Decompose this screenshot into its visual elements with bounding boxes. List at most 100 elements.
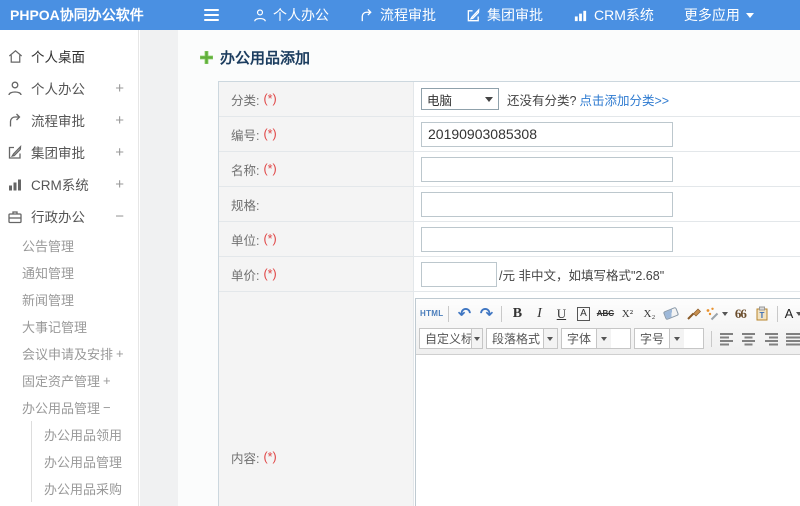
- sidebar-item-label: 个人办公: [31, 82, 85, 97]
- sidebar-item-announcement-mgmt[interactable]: 公告管理: [0, 232, 138, 259]
- sidebar-item-news-mgmt[interactable]: 新闻管理: [0, 286, 138, 313]
- sidebar-subitem-label: 办公用品管理: [22, 401, 101, 416]
- caret-down-icon: [471, 329, 482, 348]
- blockquote-button[interactable]: 66: [730, 304, 750, 324]
- sidebar-item-crm-system[interactable]: CRM系统 +: [0, 168, 138, 200]
- font-color-button[interactable]: A: [783, 304, 800, 324]
- undo-icon[interactable]: ↶: [454, 304, 474, 324]
- hamburger-menu-icon[interactable]: [200, 5, 223, 25]
- required-mark: (*): [263, 127, 277, 141]
- edit-square-icon: [7, 144, 24, 161]
- sidebar-item-personal-desktop[interactable]: 个人桌面: [0, 40, 138, 72]
- align-right-icon[interactable]: [761, 329, 781, 349]
- sidebar-subitem-label: 办公用品采购: [44, 482, 123, 497]
- sidebar-item-events-mgmt[interactable]: 大事记管理: [0, 313, 138, 340]
- rich-text-editor: HTML ↶ ↷ B I U A ABC X² X₂ 66 T A 自定义标 段…: [415, 298, 800, 506]
- price-input[interactable]: [421, 261, 497, 287]
- bold-button[interactable]: B: [507, 304, 527, 324]
- sidebar-item-asset-mgmt[interactable]: 固定资产管理 +: [0, 367, 138, 394]
- sidebar: 个人桌面 个人办公 + 流程审批 + 集团审批 + CRM系统 + 行政办公 −: [0, 30, 139, 506]
- subscript-button[interactable]: X₂: [639, 304, 659, 324]
- collapse-minus-icon[interactable]: −: [103, 400, 111, 415]
- redo-icon[interactable]: ↷: [476, 304, 496, 324]
- sidebar-item-notice-mgmt[interactable]: 通知管理: [0, 259, 138, 286]
- required-mark: (*): [263, 267, 277, 281]
- nav-process-approval[interactable]: 流程审批: [359, 5, 436, 25]
- unit-input[interactable]: [421, 226, 673, 252]
- field-label: 内容: (*): [219, 292, 414, 506]
- form-row-category: 分类: (*) 电脑 还没有分类? 点击添加分类>>: [219, 82, 800, 117]
- font-family-dropdown[interactable]: 字体: [561, 328, 631, 349]
- editor-content-area[interactable]: [416, 355, 800, 506]
- nav-personal-office[interactable]: 个人办公: [253, 5, 329, 25]
- expand-plus-icon[interactable]: +: [115, 112, 124, 129]
- sidebar-item-group-approval[interactable]: 集团审批 +: [0, 136, 138, 168]
- main-content: 办公用品添加 分类: (*) 电脑 还没有分类? 点击添加分类>> 编号: (*): [178, 30, 800, 506]
- auto-typeset-icon[interactable]: [705, 304, 729, 324]
- paste-text-icon[interactable]: T: [752, 304, 772, 324]
- superscript-button[interactable]: X²: [617, 304, 637, 324]
- caret-down-icon: [796, 312, 800, 319]
- field-label: 名称: (*): [219, 152, 414, 186]
- sidebar-subitem-label: 新闻管理: [22, 293, 75, 308]
- code-input[interactable]: [421, 121, 673, 147]
- font-size-dropdown[interactable]: 字号: [634, 328, 704, 349]
- form-row-name: 名称: (*): [219, 152, 800, 187]
- toolbar-separator: [777, 305, 779, 322]
- form-row-unit: 单位: (*): [219, 222, 800, 257]
- strikethrough-button[interactable]: ABC: [595, 304, 615, 324]
- align-center-icon[interactable]: [739, 329, 759, 349]
- eraser-icon[interactable]: [661, 304, 681, 324]
- sidebar-item-admin-office[interactable]: 行政办公 −: [0, 200, 138, 232]
- toolbar-separator: [711, 330, 712, 347]
- category-hint: 还没有分类?: [507, 93, 577, 108]
- toolbar-separator: [501, 305, 503, 322]
- nav-label: 更多应用: [683, 7, 740, 23]
- sidebar-item-supplies-mgmt[interactable]: 办公用品管理 −: [0, 394, 138, 421]
- toolbar-row-2: 自定义标题 段落格式 字体: [419, 326, 800, 351]
- expand-plus-icon[interactable]: +: [116, 346, 124, 361]
- font-border-button[interactable]: A: [573, 304, 593, 324]
- caret-down-icon: [722, 312, 729, 319]
- underline-button[interactable]: U: [551, 304, 571, 324]
- bar-chart-icon: [7, 176, 24, 193]
- align-left-icon[interactable]: [717, 329, 737, 349]
- sidebar-item-supplies-claim[interactable]: 办公用品领用: [32, 421, 138, 448]
- collapse-minus-icon[interactable]: −: [115, 208, 124, 225]
- sidebar-item-meeting-mgmt[interactable]: 会议申请及安排 +: [0, 340, 138, 367]
- nav-group-approval[interactable]: 集团审批: [466, 5, 543, 25]
- sidebar-subitem-label: 固定资产管理: [22, 374, 101, 389]
- toolbar-separator: [448, 305, 450, 322]
- category-select[interactable]: 电脑: [421, 88, 499, 110]
- field-label: 单价: (*): [219, 257, 414, 291]
- custom-title-dropdown[interactable]: 自定义标题: [419, 328, 483, 349]
- sidebar-subitem-label: 会议申请及安排: [22, 347, 114, 362]
- sidebar-item-supplies-manage[interactable]: 办公用品管理: [32, 448, 138, 475]
- italic-button[interactable]: I: [529, 304, 549, 324]
- required-mark: (*): [263, 232, 277, 246]
- html-source-button[interactable]: HTML: [420, 304, 443, 324]
- flow-icon: [359, 8, 374, 23]
- expand-plus-icon[interactable]: +: [115, 80, 124, 97]
- toolbar-row-1: HTML ↶ ↷ B I U A ABC X² X₂ 66 T A: [419, 301, 800, 326]
- user-icon: [7, 80, 24, 97]
- nav-label: CRM系统: [594, 7, 654, 23]
- format-brush-icon[interactable]: [683, 304, 703, 324]
- spec-input[interactable]: [421, 191, 673, 217]
- expand-plus-icon[interactable]: +: [115, 176, 124, 193]
- price-hint: /元 非中文，如填写格式"2.68": [499, 268, 665, 283]
- add-category-link[interactable]: 点击添加分类>>: [579, 90, 669, 109]
- expand-plus-icon[interactable]: +: [103, 373, 111, 388]
- expand-plus-icon[interactable]: +: [115, 144, 124, 161]
- category-select-value: 电脑: [427, 93, 453, 108]
- sidebar-item-personal-office[interactable]: 个人办公 +: [0, 72, 138, 104]
- sidebar-item-process-approval[interactable]: 流程审批 +: [0, 104, 138, 136]
- nav-more-apps[interactable]: 更多应用: [684, 5, 754, 25]
- name-input[interactable]: [421, 156, 673, 182]
- nav-crm-system[interactable]: CRM系统: [573, 5, 654, 25]
- paragraph-format-dropdown[interactable]: 段落格式: [486, 328, 558, 349]
- field-label: 规格:: [219, 187, 414, 221]
- sidebar-item-supplies-purchase[interactable]: 办公用品采购: [32, 475, 138, 502]
- align-justify-icon[interactable]: [783, 329, 800, 349]
- user-icon: [253, 8, 267, 23]
